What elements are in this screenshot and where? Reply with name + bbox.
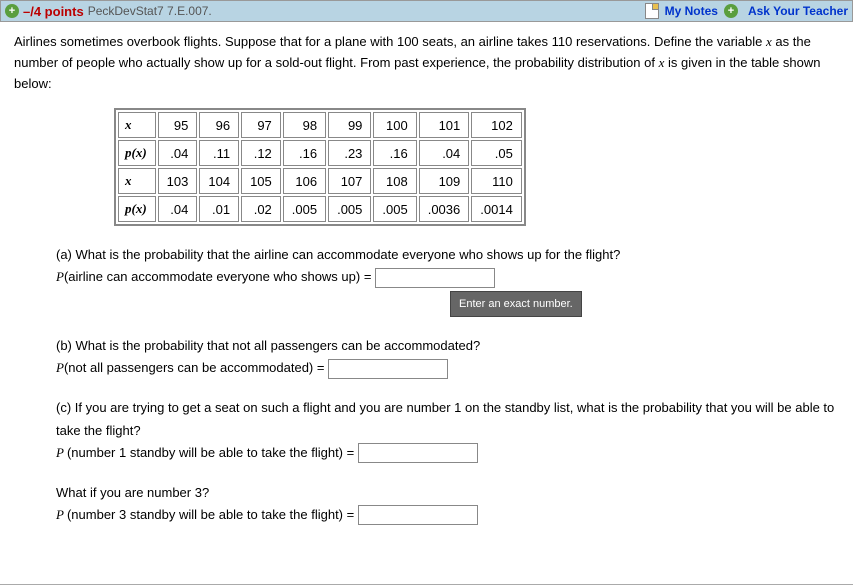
px-header: p(x) <box>118 140 156 166</box>
x-cell: 97 <box>241 112 281 138</box>
x-cell: 96 <box>199 112 239 138</box>
part-a: (a) What is the probability that the air… <box>56 244 839 317</box>
part-c: (c) If you are trying to get a seat on s… <box>56 397 839 463</box>
input-tooltip: Enter an exact number. <box>450 291 582 318</box>
x-cell: 107 <box>328 168 371 194</box>
x-cell: 105 <box>241 168 281 194</box>
part-c-prompt: (number 1 standby will be able to take t… <box>67 445 358 460</box>
p-cell: .0014 <box>471 196 522 222</box>
table-row: x 95 96 97 98 99 100 101 102 <box>118 112 522 138</box>
my-notes-link[interactable]: My Notes <box>665 4 718 18</box>
part-c2-input[interactable] <box>358 505 478 525</box>
ask-teacher-link[interactable]: Ask Your Teacher <box>748 4 848 18</box>
p-cell: .02 <box>241 196 281 222</box>
table-row: p(x) .04 .11 .12 .16 .23 .16 .04 .05 <box>118 140 522 166</box>
points-label: –/4 points <box>23 4 84 19</box>
x-cell: 110 <box>471 168 522 194</box>
part-b-input[interactable] <box>328 359 448 379</box>
x-header: x <box>118 168 156 194</box>
x-cell: 104 <box>199 168 239 194</box>
p-cell: .0036 <box>419 196 470 222</box>
question-header: + –/4 points PeckDevStat7 7.E.007. My No… <box>0 0 853 22</box>
distribution-table-wrap: x 95 96 97 98 99 100 101 102 p(x) .04 .1… <box>114 108 839 226</box>
intro-text: Airlines sometimes overbook flights. Sup… <box>14 34 766 49</box>
p-cell: .005 <box>373 196 416 222</box>
table-row: x 103 104 105 106 107 108 109 110 <box>118 168 522 194</box>
p-cell: .005 <box>283 196 326 222</box>
x-header: x <box>118 112 156 138</box>
part-a-input[interactable] <box>375 268 495 288</box>
p-cell: .23 <box>328 140 371 166</box>
x-cell: 95 <box>158 112 198 138</box>
px-header: p(x) <box>118 196 156 222</box>
part-a-prompt: (airline can accommodate everyone who sh… <box>64 269 375 284</box>
table-row: p(x) .04 .01 .02 .005 .005 .005 .0036 .0… <box>118 196 522 222</box>
p-symbol: P <box>56 360 64 375</box>
p-cell: .04 <box>158 140 198 166</box>
p-symbol: P <box>56 269 64 284</box>
p-cell: .11 <box>199 140 239 166</box>
part-c-question: (c) If you are trying to get a seat on s… <box>56 397 839 441</box>
plus-icon[interactable]: + <box>724 4 738 18</box>
part-a-question: (a) What is the probability that the air… <box>56 244 839 266</box>
question-content: Airlines sometimes overbook flights. Sup… <box>0 22 853 554</box>
x-cell: 109 <box>419 168 470 194</box>
p-symbol: P <box>56 507 67 522</box>
x-cell: 98 <box>283 112 326 138</box>
x-cell: 103 <box>158 168 198 194</box>
x-cell: 100 <box>373 112 416 138</box>
x-cell: 99 <box>328 112 371 138</box>
part-c-input[interactable] <box>358 443 478 463</box>
part-b-question: (b) What is the probability that not all… <box>56 335 839 357</box>
x-cell: 108 <box>373 168 416 194</box>
x-cell: 106 <box>283 168 326 194</box>
p-cell: .005 <box>328 196 371 222</box>
p-cell: .04 <box>158 196 198 222</box>
question-reference: PeckDevStat7 7.E.007. <box>88 4 212 18</box>
distribution-table: x 95 96 97 98 99 100 101 102 p(x) .04 .1… <box>114 108 526 226</box>
part-c2-prompt: (number 3 standby will be able to take t… <box>67 507 358 522</box>
p-cell: .12 <box>241 140 281 166</box>
part-b-prompt: (not all passengers can be accommodated)… <box>64 360 328 375</box>
x-cell: 102 <box>471 112 522 138</box>
p-cell: .01 <box>199 196 239 222</box>
p-cell: .16 <box>373 140 416 166</box>
p-symbol: P <box>56 445 67 460</box>
p-cell: .05 <box>471 140 522 166</box>
x-cell: 101 <box>419 112 470 138</box>
part-c2-question: What if you are number 3? <box>56 482 839 504</box>
notes-icon[interactable] <box>645 3 659 19</box>
plus-icon[interactable]: + <box>5 4 19 18</box>
p-cell: .04 <box>419 140 470 166</box>
part-b: (b) What is the probability that not all… <box>56 335 839 379</box>
problem-statement: Airlines sometimes overbook flights. Sup… <box>14 32 839 94</box>
p-cell: .16 <box>283 140 326 166</box>
part-c2: What if you are number 3? P (number 3 st… <box>56 482 839 526</box>
